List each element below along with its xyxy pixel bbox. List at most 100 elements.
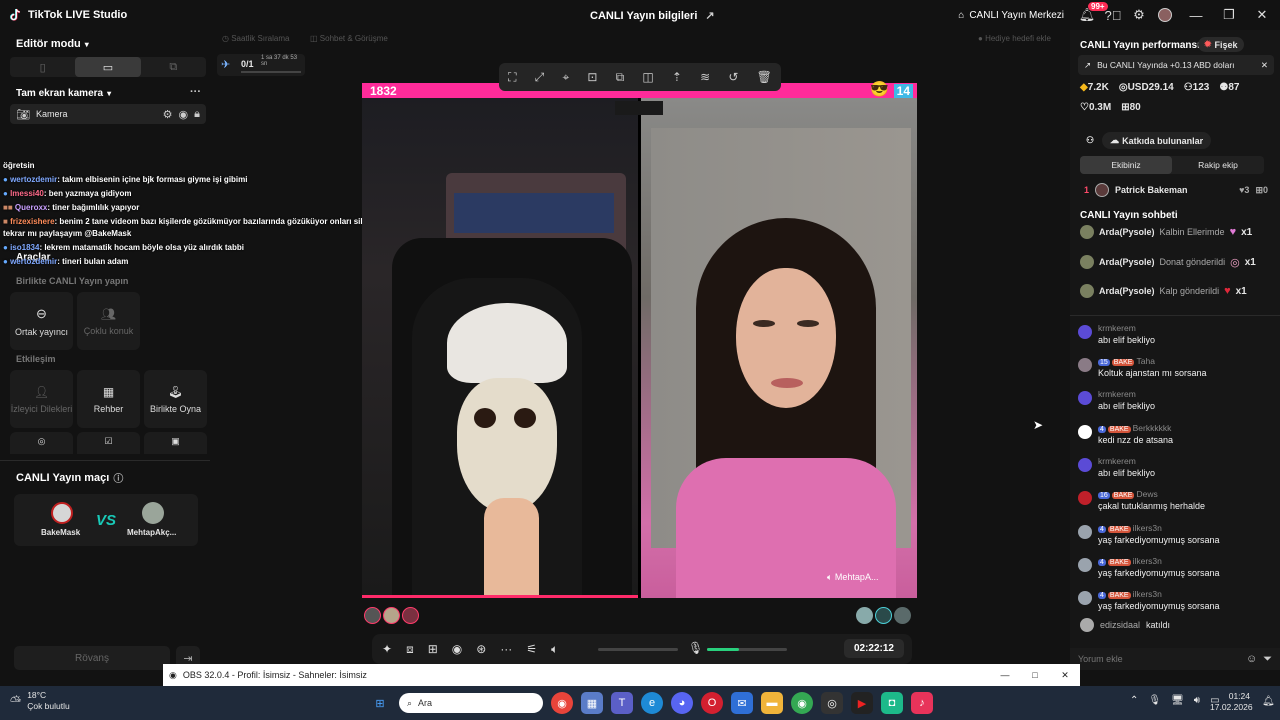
- scene-dropdown[interactable]: Tam ekran kamera ▾: [16, 88, 111, 99]
- fullscreen-icon[interactable]: ⛶: [508, 70, 516, 85]
- share-icon[interactable]: ↗: [705, 9, 714, 22]
- chat-message[interactable]: 4 BAKE ilkers3n yaş farkediyomuymuş sorsana: [1078, 589, 1274, 611]
- multi-guest-tile[interactable]: 👥︎ Çoklu konuk: [77, 292, 140, 350]
- avatar[interactable]: [894, 607, 911, 624]
- profile-avatar[interactable]: [1152, 0, 1178, 30]
- notification-button[interactable]: 🔔︎ 99+: [1074, 0, 1108, 30]
- trash-icon[interactable]: 🗑︎: [757, 70, 772, 84]
- firework-button[interactable]: ✹ Fişek: [1198, 37, 1244, 52]
- viewer-wishes-tile[interactable]: 👤︎ İzleyici Dilekleri: [10, 370, 73, 428]
- more-icon[interactable]: ···: [190, 86, 201, 98]
- volume-slider[interactable]: [598, 648, 678, 651]
- obs-window-titlebar[interactable]: ◉ OBS 32.0.4 - Profil: İsimsiz - Sahnele…: [163, 664, 1080, 686]
- filter-icon[interactable]: ⏷: [1263, 653, 1272, 666]
- mail-icon[interactable]: ✉: [731, 692, 753, 714]
- tiktok-studio-icon[interactable]: ♪: [911, 692, 933, 714]
- chevron-up-icon[interactable]: ⌃: [1130, 695, 1138, 706]
- settings-icon[interactable]: ⚙: [163, 108, 173, 121]
- search-box[interactable]: ⌕ Ara: [399, 693, 543, 713]
- avatar[interactable]: [383, 607, 400, 624]
- obs-icon[interactable]: ◎: [821, 692, 843, 714]
- weather-widget[interactable]: ⛅︎ 18°C Çok bulutlu: [10, 690, 70, 712]
- rotate-icon[interactable]: ↺: [728, 70, 738, 84]
- folder-icon[interactable]: ▬: [761, 692, 783, 714]
- gift-goal-button[interactable]: ● Hediye hedefi ekle: [978, 34, 1051, 43]
- layers-icon[interactable]: ≋: [700, 70, 710, 84]
- effects-icon[interactable]: ⧈: [406, 642, 414, 657]
- minimize-button[interactable]: —: [1178, 0, 1214, 30]
- expand-icon[interactable]: ⤢: [535, 70, 545, 85]
- info-icon[interactable]: ⓘ: [113, 470, 123, 485]
- opera-icon[interactable]: O: [701, 692, 723, 714]
- avatar[interactable]: [364, 607, 381, 624]
- chat-message[interactable]: 16 BAKE Dews çakal tutuklanmış herhalde: [1078, 489, 1274, 511]
- tab-your-team[interactable]: Ekibiniz: [1080, 156, 1172, 174]
- top-contributor-row[interactable]: 1 Patrick Bakeman ♥3 ⊞0: [1084, 183, 1268, 197]
- live-center-button[interactable]: ⌂ CANLI Yayın Merkezi: [958, 10, 1064, 21]
- co-host-tile[interactable]: ⊖ Ortak yayıncı: [10, 292, 73, 350]
- edge-icon[interactable]: e: [641, 692, 663, 714]
- discord-icon[interactable]: ◕: [671, 692, 693, 714]
- copy-icon[interactable]: ⧉: [616, 70, 625, 85]
- chat-message[interactable]: krmkerem abı elif bekliyo: [1078, 389, 1274, 411]
- magic-wand-icon[interactable]: ✦: [382, 642, 392, 656]
- extra-tile-2[interactable]: ☑: [77, 432, 140, 454]
- avatar[interactable]: [402, 607, 419, 624]
- crop-icon[interactable]: ⊡: [587, 70, 597, 84]
- chat-message[interactable]: 4 BAKE ilkers3n yaş farkediyomuymuş sorsana: [1078, 523, 1274, 545]
- chat-message[interactable]: krmkerem abı elif bekliyo: [1078, 323, 1274, 345]
- clock[interactable]: 01:24 17.02.2026: [1210, 691, 1253, 713]
- extra-tile-3[interactable]: ▣: [144, 432, 207, 454]
- extra-tile-1[interactable]: ◎: [10, 432, 73, 454]
- record-icon[interactable]: ◉: [452, 642, 462, 656]
- hourly-ranking-tab[interactable]: ◷ Saatlik Sıralama: [222, 34, 289, 43]
- more-icon[interactable]: ···: [500, 642, 512, 656]
- chat-message[interactable]: 4 BAKE ilkers3n yaş farkediyomuymuş sorsana: [1078, 556, 1274, 578]
- network-icon[interactable]: 🖥︎: [1171, 695, 1184, 706]
- play-together-tile[interactable]: 🕹︎ Birlikte Oyna: [144, 370, 207, 428]
- store-icon[interactable]: ▦: [581, 692, 603, 714]
- chrome-alt-icon[interactable]: ◉: [791, 692, 813, 714]
- media-player-icon[interactable]: ▶: [851, 692, 873, 714]
- settings-button[interactable]: ⚙: [1126, 0, 1152, 30]
- add-source-icon[interactable]: ⊞: [428, 642, 438, 656]
- app-icon[interactable]: ◘: [881, 692, 903, 714]
- mic-slider[interactable]: [707, 648, 787, 651]
- avatar[interactable]: [856, 607, 873, 624]
- flip-icon[interactable]: ◫: [642, 70, 653, 84]
- camera-source[interactable]: 📷︎ Kamera ⚙ ◉ 🔒︎: [10, 104, 206, 124]
- avatar[interactable]: [875, 607, 892, 624]
- portrait-option[interactable]: ▯: [10, 57, 75, 77]
- start-icon[interactable]: ⊞: [369, 692, 391, 714]
- close-icon[interactable]: ✕: [1261, 60, 1268, 71]
- layer-up-icon[interactable]: ⇡: [672, 70, 682, 84]
- emoji-icon[interactable]: ☺: [1246, 653, 1257, 665]
- rematch-button[interactable]: Rövanş: [14, 646, 170, 670]
- mixer-icon[interactable]: ⚟: [526, 642, 537, 656]
- goal-widget[interactable]: ✈ 0/1 1 sa 37 dk 53 sn: [217, 54, 305, 76]
- comment-input[interactable]: [1078, 654, 1240, 664]
- tab-rival-team[interactable]: Rakip ekip: [1172, 156, 1264, 174]
- live-info-title[interactable]: CANLI Yayın bilgileri ↗: [590, 9, 715, 23]
- dual-option[interactable]: ⧉: [141, 57, 206, 77]
- live-preview[interactable]: 1832 14 😎 🔈︎ MehtapA...: [362, 81, 917, 598]
- speaker-icon[interactable]: 🔈︎: [551, 642, 558, 657]
- notification-icon[interactable]: 🔔︎: [1262, 696, 1275, 707]
- replay-icon[interactable]: ⊛: [476, 642, 486, 656]
- guide-tile[interactable]: ▦ Rehber: [77, 370, 140, 428]
- center-icon[interactable]: ⌖: [562, 70, 569, 85]
- contributors-button[interactable]: ☁ Katkıda bulunanlar: [1102, 132, 1212, 149]
- user-plus-icon[interactable]: ⚇: [1086, 135, 1094, 146]
- teams-icon[interactable]: T: [611, 692, 633, 714]
- chrome-icon[interactable]: ◉: [551, 692, 573, 714]
- editor-mode-dropdown[interactable]: Editör modu ▾: [16, 38, 89, 50]
- microphone-icon[interactable]: 🎙︎: [688, 641, 703, 655]
- chat-call-tab[interactable]: ◫ Sohbet & Görüşme: [310, 34, 388, 43]
- promo-banner[interactable]: ↗ Bu CANLI Yayında +0.13 ABD doları ✕: [1078, 55, 1274, 75]
- match-card[interactable]: BakeMask VS MehtapAkç...: [14, 494, 198, 546]
- landscape-option[interactable]: ▭: [75, 57, 141, 77]
- minimize-icon[interactable]: —: [990, 670, 1020, 680]
- lock-icon[interactable]: 🔒︎: [194, 108, 200, 121]
- microphone-icon[interactable]: 🎙︎: [1148, 695, 1161, 706]
- close-button[interactable]: ✕: [1244, 0, 1280, 30]
